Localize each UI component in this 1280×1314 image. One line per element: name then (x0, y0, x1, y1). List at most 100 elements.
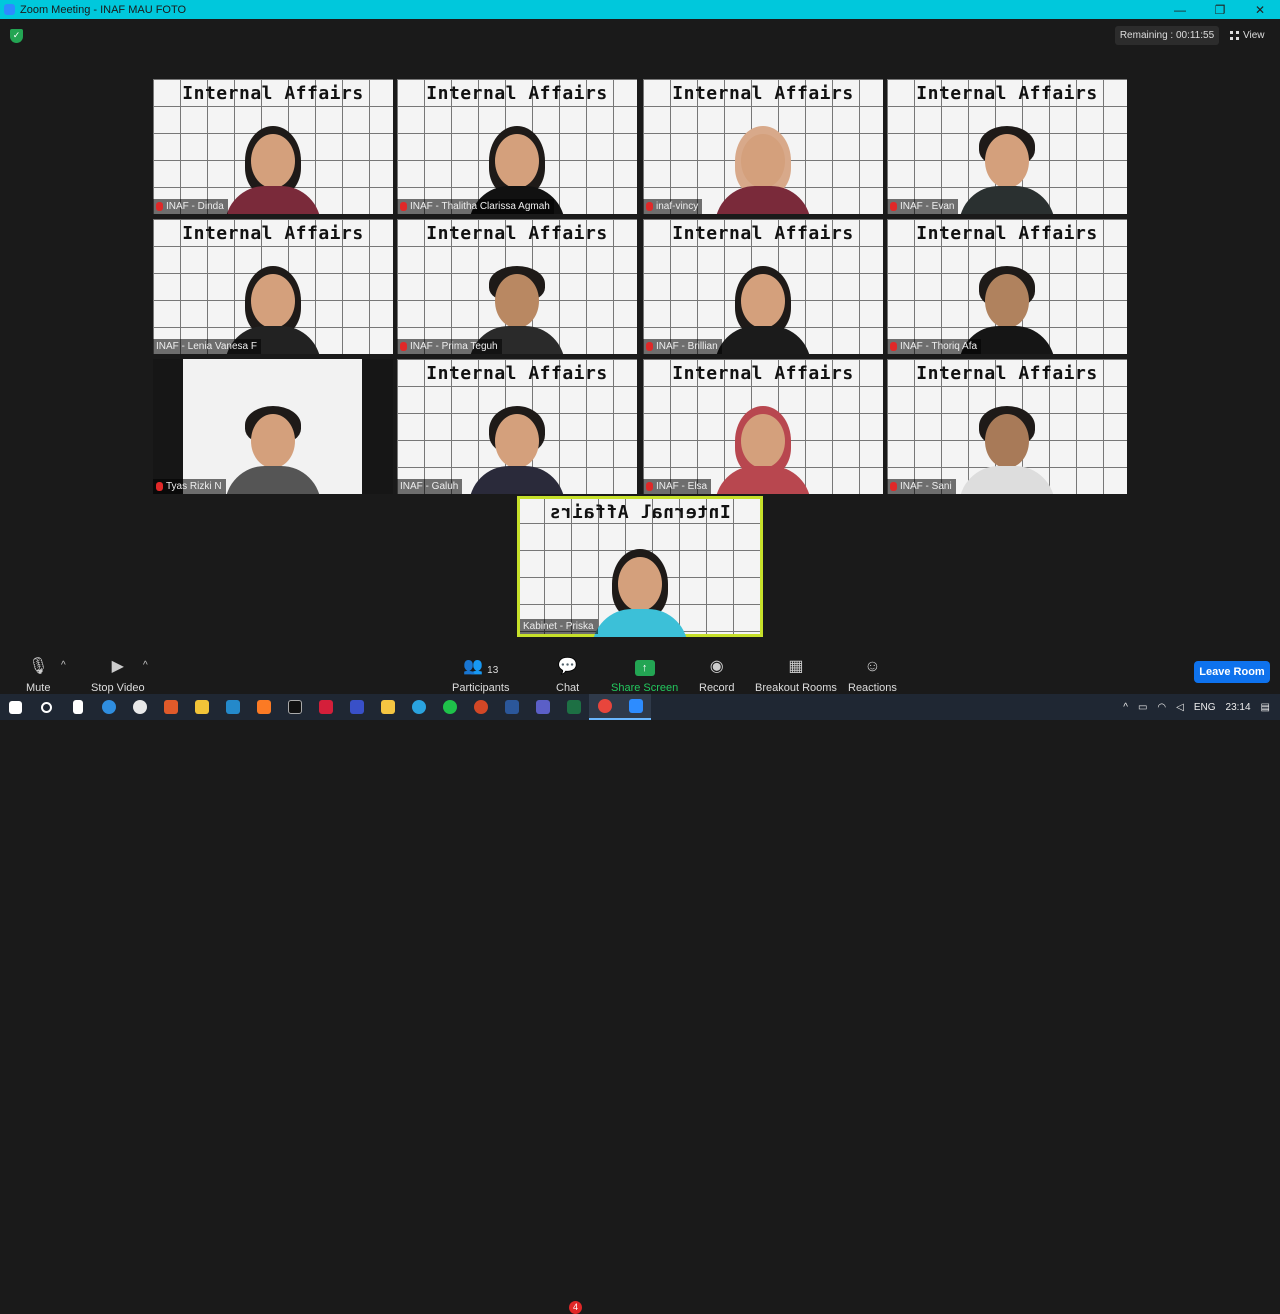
window-titlebar: Zoom Meeting - INAF MAU FOTO — ❐ ✕ (0, 0, 1280, 19)
participant-video (224, 394, 321, 494)
record-icon: ◉ (709, 658, 724, 675)
participant-name-tag: INAF - Brillian (643, 339, 722, 354)
clock[interactable]: 23:14 (1226, 702, 1251, 713)
app-icon[interactable] (155, 694, 186, 720)
participant-name: INAF - Sani (900, 481, 952, 492)
volume-icon[interactable]: ◁ (1176, 702, 1184, 713)
video-tile[interactable]: Internal Affairs INAF - Elsa (643, 359, 883, 494)
tile-banner: Internal Affairs (182, 223, 364, 244)
video-tile[interactable]: Internal Affairs INAF - Evan (887, 79, 1127, 214)
wifi-icon[interactable]: ◠ (1157, 702, 1166, 713)
breakout-rooms-button[interactable]: ▦ Breakout Rooms (755, 654, 837, 694)
video-options-chevron-icon[interactable]: ^ (143, 660, 148, 671)
participant-name: INAF - Prima Teguh (410, 341, 498, 352)
tray-chevron-icon[interactable]: ^ (1123, 702, 1128, 713)
video-camera-icon: ▶ (111, 658, 124, 675)
language-indicator[interactable]: ENG (1194, 702, 1216, 713)
participant-name: Kabinet - Priska (523, 621, 594, 632)
video-tile[interactable]: Internal Affairs INAF - Prima Teguh (397, 219, 637, 354)
windows-start-icon[interactable] (0, 694, 31, 720)
participant-name-tag: INAF - Galuh (397, 479, 463, 494)
participant-name-tag: INAF - Lenia Vanesa F (153, 339, 261, 354)
video-tile[interactable]: Internal Affairs inaf-vincy (643, 79, 883, 214)
participant-video (959, 394, 1055, 494)
minimize-button[interactable]: — (1160, 0, 1200, 19)
terminal-icon[interactable] (279, 694, 310, 720)
participant-video (469, 394, 565, 494)
sticky-notes-icon[interactable] (186, 694, 217, 720)
tile-banner: Internal Affairs (426, 83, 608, 104)
edge-browser-icon[interactable] (93, 694, 124, 720)
audio-options-chevron-icon[interactable]: ^ (61, 660, 66, 671)
close-button[interactable]: ✕ (1240, 0, 1280, 19)
share-screen-button[interactable]: ↑ Share Screen (611, 654, 678, 694)
video-tile[interactable]: Tyas Rizki N (153, 359, 393, 494)
restore-button[interactable]: ❐ (1200, 0, 1240, 19)
participants-button[interactable]: 👥 13 Participants (452, 654, 509, 694)
participant-video (715, 254, 811, 354)
stop-video-button[interactable]: ▶ Stop Video (91, 654, 145, 694)
record-button[interactable]: ◉ Record (699, 654, 734, 694)
video-tile[interactable]: Internal Affairs INAF - Thoriq Afa (887, 219, 1127, 354)
participant-video (592, 537, 688, 637)
windows-taskbar: ^ ▭ ◠ ◁ ENG 23:14 ▤ (0, 694, 1280, 720)
vscode-icon[interactable] (217, 694, 248, 720)
stop-video-label: Stop Video (91, 682, 145, 694)
chrome-like-icon[interactable] (124, 694, 155, 720)
tile-banner: Internal Affairs (426, 223, 608, 244)
participant-name-tag: INAF - Evan (887, 199, 959, 214)
window-title: Zoom Meeting - INAF MAU FOTO (20, 3, 187, 16)
file-icon[interactable] (62, 694, 93, 720)
participant-name-tag: INAF - Thalitha Clarissa Agmah (397, 199, 554, 214)
view-label: View (1243, 30, 1265, 41)
file-explorer-icon[interactable] (372, 694, 403, 720)
tile-banner: Internal Affairs (672, 83, 854, 104)
xampp-icon[interactable] (248, 694, 279, 720)
microphone-icon: 🎙 (28, 658, 49, 675)
participant-name: INAF - Thoriq Afa (900, 341, 978, 352)
video-tile[interactable]: Internal Affairs INAF - Brillian (643, 219, 883, 354)
encryption-shield-icon[interactable]: ✓ (10, 29, 23, 43)
chrome-icon[interactable] (589, 694, 620, 720)
video-tile[interactable]: Internal Affairs INAF - Lenia Vanesa F (153, 219, 393, 354)
participant-name-tag: Tyas Rizki N (153, 479, 226, 494)
participant-name: Tyas Rizki N (166, 481, 222, 492)
tile-banner: Internal Affairs (182, 83, 364, 104)
search-icon[interactable] (31, 694, 62, 720)
notifications-icon[interactable]: ▤ (1261, 702, 1270, 713)
video-tile[interactable]: Internal Affairs INAF - Sani (887, 359, 1127, 494)
participant-video (959, 114, 1055, 214)
participant-name-tag: INAF - Prima Teguh (397, 339, 502, 354)
app-blue-icon[interactable] (341, 694, 372, 720)
leave-room-button[interactable]: Leave Room (1194, 661, 1270, 683)
tile-banner: Internal Affairs (916, 223, 1098, 244)
muted-mic-icon (156, 482, 163, 491)
telegram-icon[interactable] (403, 694, 434, 720)
teams-icon[interactable] (527, 694, 558, 720)
breakout-rooms-label: Breakout Rooms (755, 682, 837, 694)
excel-icon[interactable] (558, 694, 589, 720)
grid-icon (1230, 31, 1239, 40)
video-tile[interactable]: Internal Affairs INAF - Dinda (153, 79, 393, 214)
line-icon[interactable] (434, 694, 465, 720)
active-speaker-tile[interactable]: Internal Affairs Kabinet - Priska (517, 496, 763, 637)
participant-name-tag: INAF - Sani (887, 479, 956, 494)
battery-icon[interactable]: ▭ (1138, 702, 1147, 713)
zoom-icon[interactable] (620, 694, 651, 720)
video-tile[interactable]: Internal Affairs INAF - Galuh (397, 359, 637, 494)
video-tile[interactable]: Internal Affairs INAF - Thalitha Clariss… (397, 79, 637, 214)
record-label: Record (699, 682, 735, 694)
app-red-icon[interactable] (310, 694, 341, 720)
meeting-toolbar: 🎙 Mute ^ ▶ Stop Video ^ 👥 13 Participants… (0, 648, 1280, 1314)
view-button[interactable]: View (1230, 26, 1265, 45)
reactions-button[interactable]: ☺ Reactions (848, 654, 897, 694)
mute-button[interactable]: 🎙 Mute (26, 654, 50, 694)
chat-label: Chat (556, 682, 580, 694)
powerpoint-icon[interactable] (465, 694, 496, 720)
chat-button[interactable]: 💬 Chat (556, 654, 579, 694)
word-icon[interactable] (496, 694, 527, 720)
participant-name-tag: INAF - Thoriq Afa (887, 339, 982, 354)
participant-video-frame (183, 359, 362, 494)
mute-label: Mute (26, 682, 51, 694)
tile-banner: Internal Affairs (549, 502, 731, 523)
